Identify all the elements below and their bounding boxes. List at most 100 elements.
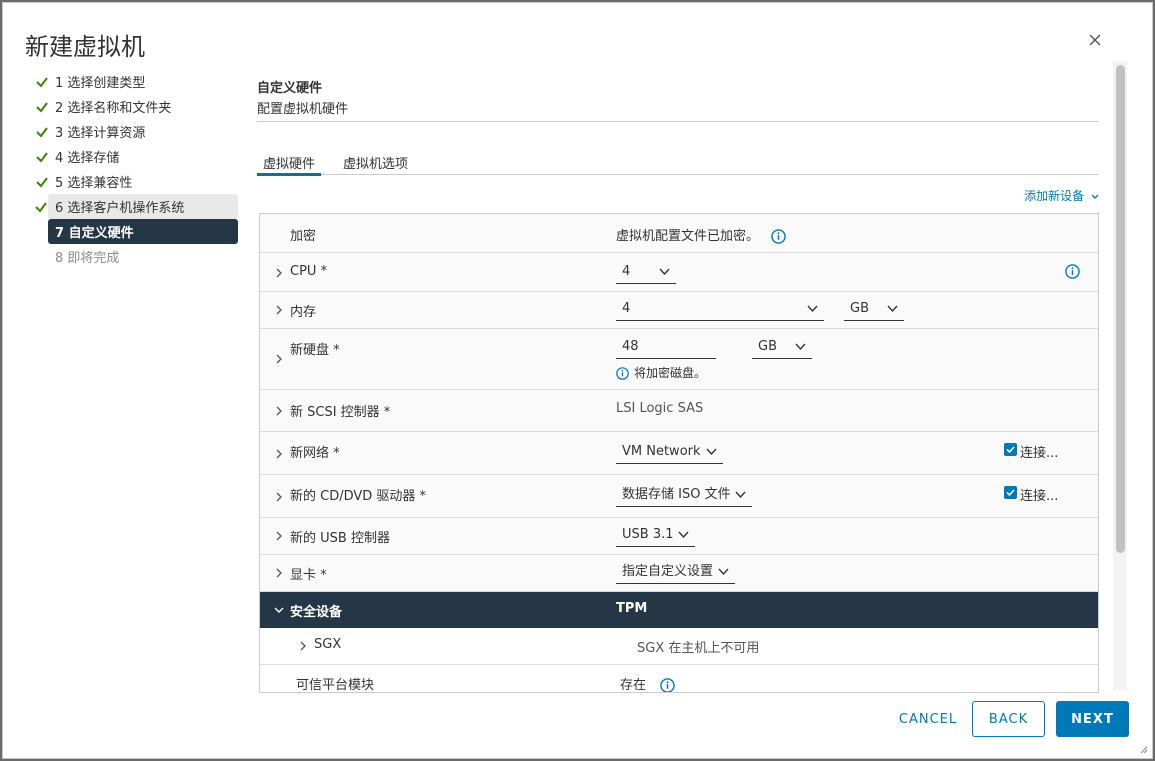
row-cpu[interactable]: CPU * 4 bbox=[260, 253, 1098, 292]
row-disk[interactable]: 新硬盘 * 48 GB 将加密磁盘。 bbox=[260, 329, 1098, 390]
row-label: 加密 bbox=[290, 229, 317, 244]
row-video[interactable]: 显卡 * 指定自定义设置 bbox=[260, 555, 1098, 592]
row-security[interactable]: 安全设备 TPM bbox=[260, 592, 1098, 628]
step-8: 8 即将完成 bbox=[27, 244, 241, 269]
step-label: 1 选择创建类型 bbox=[55, 76, 146, 91]
network-connect-checkbox[interactable] bbox=[1004, 443, 1017, 456]
network-connect-label: 连接... bbox=[1020, 446, 1059, 461]
step-5[interactable]: 5 选择兼容性 bbox=[27, 169, 241, 194]
tpm-value: 存在 bbox=[620, 674, 675, 693]
chevron-down-icon bbox=[678, 531, 689, 539]
step-6[interactable]: 6 选择客户机操作系统 bbox=[35, 194, 238, 219]
step-label: 3 选择计算资源 bbox=[55, 126, 146, 141]
check-icon bbox=[36, 102, 48, 113]
step-label: 2 选择名称和文件夹 bbox=[55, 101, 172, 116]
chevron-down-icon bbox=[706, 448, 717, 456]
hardware-grid: 加密 虚拟机配置文件已加密。 CPU * 4 内存 4 GB 新硬盘 * 48 … bbox=[259, 213, 1099, 693]
chevron-down-icon bbox=[887, 305, 898, 313]
tab-bar: 虚拟硬件 虚拟机选项 bbox=[257, 149, 1099, 176]
cancel-button[interactable]: CANCEL bbox=[883, 701, 973, 737]
chevron-right-icon[interactable] bbox=[274, 568, 284, 578]
row-label: 新的 CD/DVD 驱动器 * bbox=[290, 489, 427, 504]
row-usb[interactable]: 新的 USB 控制器 USB 3.1 bbox=[260, 518, 1098, 555]
resize-handle-icon[interactable] bbox=[1138, 744, 1148, 754]
next-button[interactable]: NEXT bbox=[1056, 701, 1129, 737]
check-icon bbox=[1006, 446, 1015, 454]
check-icon bbox=[36, 77, 48, 88]
info-icon[interactable] bbox=[1065, 264, 1080, 279]
row-label: 内存 bbox=[290, 305, 317, 320]
wizard-steps: 1 选择创建类型 2 选择名称和文件夹 3 选择计算资源 4 选择存储 5 选择… bbox=[27, 69, 241, 269]
section-title: 自定义硬件 bbox=[257, 81, 323, 96]
info-icon[interactable] bbox=[771, 229, 786, 244]
row-label: CPU * bbox=[290, 264, 328, 279]
security-value: TPM bbox=[616, 601, 648, 616]
row-label: 可信平台模块 bbox=[296, 678, 375, 693]
usb-select[interactable]: USB 3.1 bbox=[616, 525, 695, 547]
row-memory[interactable]: 内存 4 GB bbox=[260, 292, 1098, 329]
chevron-right-icon[interactable] bbox=[274, 305, 284, 315]
row-label: 新 SCSI 控制器 * bbox=[290, 405, 391, 420]
chevron-right-icon[interactable] bbox=[274, 531, 284, 541]
disk-note-text: 将加密磁盘。 bbox=[634, 366, 707, 380]
chevron-down-icon[interactable] bbox=[274, 605, 284, 615]
memory-unit-select[interactable]: GB bbox=[844, 299, 904, 321]
video-value: 指定自定义设置 bbox=[622, 564, 714, 579]
info-icon bbox=[616, 367, 629, 380]
chevron-down-icon bbox=[807, 305, 818, 313]
cddvd-connect-checkbox[interactable] bbox=[1004, 486, 1017, 499]
chevron-down-icon bbox=[718, 568, 729, 576]
check-icon bbox=[36, 177, 48, 188]
chevron-right-icon[interactable] bbox=[274, 354, 284, 364]
row-label: 显卡 * bbox=[290, 568, 327, 583]
chevron-down-icon bbox=[659, 268, 670, 276]
dialog-title: 新建虚拟机 bbox=[25, 33, 145, 61]
add-device-label: 添加新设备 bbox=[1024, 189, 1085, 203]
row-value: 虚拟机配置文件已加密。 bbox=[616, 225, 786, 244]
row-cddvd[interactable]: 新的 CD/DVD 驱动器 * 数据存储 ISO 文件 连接... bbox=[260, 475, 1098, 518]
encryption-status: 虚拟机配置文件已加密。 bbox=[616, 229, 760, 244]
step-1[interactable]: 1 选择创建类型 bbox=[27, 69, 241, 94]
close-icon[interactable] bbox=[1088, 33, 1106, 51]
step-label: 5 选择兼容性 bbox=[55, 176, 133, 191]
cddvd-select[interactable]: 数据存储 ISO 文件 bbox=[616, 485, 752, 507]
tpm-status: 存在 bbox=[620, 678, 647, 693]
row-label: SGX bbox=[314, 637, 342, 652]
new-vm-dialog: 新建虚拟机 1 选择创建类型 2 选择名称和文件夹 3 选择计算资源 4 选择存… bbox=[2, 2, 1153, 759]
disk-unit-select[interactable]: GB bbox=[752, 337, 812, 359]
step-4[interactable]: 4 选择存储 bbox=[27, 144, 241, 169]
video-select[interactable]: 指定自定义设置 bbox=[616, 562, 735, 584]
chevron-right-icon[interactable] bbox=[274, 406, 284, 416]
check-icon bbox=[35, 202, 47, 213]
chevron-right-icon[interactable] bbox=[274, 268, 284, 278]
step-7[interactable]: 7 自定义硬件 bbox=[48, 219, 238, 244]
scsi-value: LSI Logic SAS bbox=[616, 401, 704, 416]
row-tpm: 可信平台模块 存在 bbox=[260, 665, 1098, 693]
row-scsi[interactable]: 新 SCSI 控制器 * LSI Logic SAS bbox=[260, 390, 1098, 432]
tab-virtual-hardware[interactable]: 虚拟硬件 bbox=[257, 149, 322, 176]
memory-select[interactable]: 4 bbox=[616, 299, 824, 321]
step-3[interactable]: 3 选择计算资源 bbox=[27, 119, 241, 144]
back-button[interactable]: BACK bbox=[972, 701, 1045, 737]
divider bbox=[257, 121, 1099, 122]
chevron-down-icon bbox=[795, 343, 806, 351]
chevron-right-icon[interactable] bbox=[274, 492, 284, 502]
tab-vm-options[interactable]: 虚拟机选项 bbox=[337, 149, 414, 174]
row-label: 新硬盘 * bbox=[290, 343, 340, 358]
add-device-dropdown[interactable]: 添加新设备 bbox=[1024, 187, 1099, 204]
info-icon[interactable] bbox=[660, 678, 675, 693]
disk-size-input[interactable]: 48 bbox=[616, 337, 716, 359]
step-label: 7 自定义硬件 bbox=[55, 226, 134, 241]
step-2[interactable]: 2 选择名称和文件夹 bbox=[27, 94, 241, 119]
scrollbar-thumb[interactable] bbox=[1116, 65, 1125, 553]
row-network[interactable]: 新网络 * VM Network 连接... bbox=[260, 432, 1098, 475]
chevron-down-icon bbox=[735, 491, 746, 499]
chevron-down-icon bbox=[1091, 194, 1099, 199]
row-sgx[interactable]: SGX SGX 在主机上不可用 bbox=[260, 628, 1098, 665]
cpu-select[interactable]: 4 bbox=[616, 262, 676, 284]
network-select[interactable]: VM Network bbox=[616, 442, 723, 464]
chevron-right-icon[interactable] bbox=[274, 449, 284, 459]
check-icon bbox=[1006, 489, 1015, 497]
row-label: 新网络 * bbox=[290, 446, 340, 461]
chevron-right-icon[interactable] bbox=[298, 641, 308, 651]
